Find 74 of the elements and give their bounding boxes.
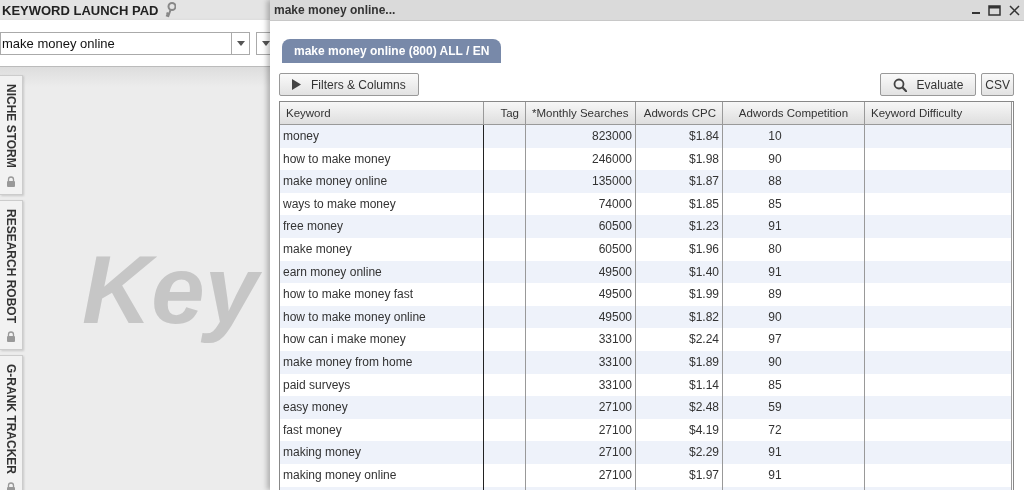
column-header[interactable]: Keyword <box>280 102 484 125</box>
table-cell: how to make money online <box>280 305 484 329</box>
column-header[interactable]: Adwords Competition <box>723 102 865 125</box>
table-cell: $1.99 <box>636 283 723 306</box>
table-cell: $2.48 <box>636 396 723 419</box>
table-cell: free money <box>280 215 484 238</box>
maximize-icon <box>988 4 1001 16</box>
caret-icon <box>262 40 270 46</box>
table-cell: $1.89 <box>636 350 723 374</box>
table-cell: 91 <box>723 215 865 238</box>
table-cell: 59 <box>723 396 865 419</box>
table-cell: 60500 <box>526 215 636 238</box>
table-cell: make money online <box>280 170 484 193</box>
window-title: make money online... <box>274 3 396 17</box>
table-cell: how to make money fast <box>280 283 484 306</box>
table-cell: make money <box>280 237 484 261</box>
table-cell <box>484 305 526 329</box>
search-field[interactable]: make money online <box>0 31 250 55</box>
close-icon <box>1009 4 1020 16</box>
table-cell: 135000 <box>526 170 636 193</box>
table-cell: 49500 <box>526 283 636 306</box>
table-cell: 90 <box>723 350 865 374</box>
table-cell: 10 <box>723 125 865 148</box>
key-icon <box>164 2 177 18</box>
csv-button[interactable]: CSV <box>981 73 1014 96</box>
table-cell: 97 <box>723 328 865 351</box>
table-cell: earn money online <box>280 260 484 284</box>
table-cell: 27100 <box>526 396 636 419</box>
evaluate-button[interactable]: Evaluate <box>879 73 977 96</box>
table-cell: $1.96 <box>636 237 723 261</box>
column-header[interactable]: Tag <box>484 102 526 125</box>
caret-icon <box>236 40 245 46</box>
table-cell: $1.87 <box>636 170 723 193</box>
table-cell: 88 <box>723 170 865 193</box>
table-cell: $1.84 <box>636 125 723 148</box>
minimize-icon <box>972 12 980 14</box>
table-cell: $2.24 <box>636 328 723 351</box>
table-cell: 60500 <box>526 237 636 261</box>
table-cell: 91 <box>723 441 865 464</box>
table-cell: 823000 <box>526 125 636 148</box>
column-header[interactable]: *Monthly Searches <box>526 102 636 125</box>
table-cell: $1.97 <box>636 463 723 487</box>
table-cell: money <box>280 125 484 148</box>
table-cell: 91 <box>723 260 865 284</box>
table-cell: $1.23 <box>636 215 723 238</box>
column-header[interactable]: Adwords CPC <box>636 102 723 125</box>
play-icon <box>292 79 301 90</box>
table-cell: how can i make money <box>280 328 484 351</box>
table-cell: 91 <box>723 463 865 487</box>
table-cell: making money <box>280 441 484 464</box>
side-tab[interactable]: NICHE STORM <box>0 75 23 195</box>
table-cell: 49500 <box>526 260 636 284</box>
panel-title: KEYWORD LAUNCH PAD <box>2 2 159 18</box>
table-cell: 33100 <box>526 328 636 351</box>
result-tab[interactable]: make money online (800) ALL / EN <box>282 39 502 63</box>
table-cell: 27100 <box>526 463 636 487</box>
table-cell: 80 <box>723 237 865 261</box>
table-cell: $1.82 <box>636 305 723 329</box>
table-cell: make money from home <box>280 350 484 374</box>
table-cell <box>484 260 526 284</box>
side-tab[interactable]: RESEARCH ROBOT <box>0 199 23 350</box>
table-cell: 33100 <box>526 350 636 374</box>
table-cell: 89 <box>723 283 865 306</box>
table-cell: making money online <box>280 463 484 487</box>
search-icon <box>892 77 907 92</box>
table-cell: easy money <box>280 396 484 419</box>
table-cell: $2.29 <box>636 441 723 464</box>
table-cell: 49500 <box>526 305 636 329</box>
table-cell: 27100 <box>526 441 636 464</box>
filters-button[interactable]: Filters & Columns <box>279 73 419 96</box>
table-cell: $1.40 <box>636 260 723 284</box>
side-tab[interactable]: G-RANK TRACKER <box>0 354 23 490</box>
table-cell: 90 <box>723 305 865 329</box>
column-header[interactable]: Keyword Difficulty <box>865 102 1012 125</box>
